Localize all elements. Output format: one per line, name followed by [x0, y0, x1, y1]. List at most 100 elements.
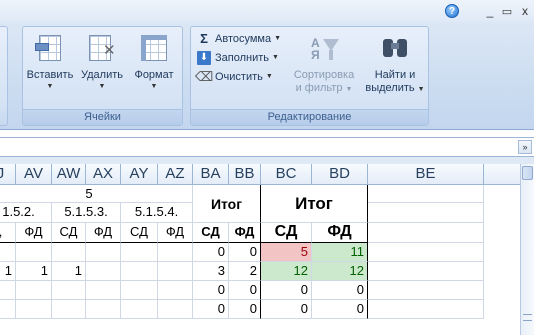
fd-label-cell[interactable]: ФД	[16, 223, 52, 243]
cell[interactable]	[368, 281, 484, 300]
cell[interactable]: 1	[52, 262, 86, 281]
cell[interactable]	[121, 300, 158, 319]
cell[interactable]	[16, 300, 52, 319]
binoculars-icon	[378, 33, 412, 65]
cell[interactable]	[52, 281, 86, 300]
sd-grand-label-cell[interactable]: СД	[261, 223, 312, 243]
column-header-av[interactable]: AV	[16, 164, 52, 185]
cell[interactable]	[158, 300, 193, 319]
cell[interactable]	[16, 243, 52, 262]
column-header-bc[interactable]: BC	[261, 164, 312, 185]
title-strip: ? _ ▭ x	[0, 0, 534, 22]
sd-label-cell[interactable]: СД	[121, 223, 158, 243]
sd-total-label-cell[interactable]: СД	[193, 223, 229, 243]
label-cell[interactable]: ,	[0, 223, 16, 243]
table-cell-ba[interactable]: 0	[193, 281, 229, 300]
fill-down-icon: ⬇	[197, 50, 211, 65]
cell[interactable]	[0, 243, 16, 262]
fd-label-cell[interactable]: ФД	[86, 223, 121, 243]
column-header-ba[interactable]: BA	[193, 164, 229, 185]
column-header-next[interactable]	[484, 164, 520, 185]
autosum-button[interactable]: Σ Автосумма ▼	[197, 30, 281, 47]
format-button[interactable]: Формат ▼	[129, 31, 179, 105]
cell[interactable]	[368, 223, 484, 243]
vertical-scrollbar[interactable]	[520, 164, 534, 335]
column-header-j[interactable]: J	[0, 164, 16, 185]
itog-cell-big[interactable]: Итог	[261, 185, 368, 223]
column-header-az[interactable]: AZ	[158, 164, 193, 185]
table-cell-bc[interactable]: 0	[261, 281, 312, 300]
formula-bar[interactable]: »	[0, 137, 534, 157]
cell[interactable]	[52, 300, 86, 319]
table-cell-bb[interactable]: 0	[229, 281, 261, 300]
insert-cells-icon	[33, 33, 67, 65]
cell[interactable]	[121, 281, 158, 300]
cell[interactable]	[368, 203, 484, 223]
cell[interactable]: 1	[0, 262, 16, 281]
delete-cells-icon: ✕	[85, 33, 119, 65]
restore-button[interactable]: ▭	[500, 3, 514, 19]
fill-button[interactable]: ⬇ Заполнить ▼	[197, 49, 279, 66]
cell[interactable]	[0, 300, 16, 319]
cell[interactable]	[158, 281, 193, 300]
cell[interactable]	[16, 281, 52, 300]
table-cell-bd[interactable]: 12	[312, 262, 368, 281]
cell[interactable]	[158, 243, 193, 262]
fd-grand-label-cell[interactable]: ФД	[312, 223, 368, 243]
cell[interactable]	[121, 243, 158, 262]
table-cell-bb[interactable]: 0	[229, 243, 261, 262]
sub-header-cell[interactable]: 5.1.5.3.	[52, 203, 121, 223]
cell[interactable]	[121, 262, 158, 281]
fd-total-label-cell[interactable]: ФД	[229, 223, 261, 243]
sub-header-cell[interactable]: 5.1.5.4.	[121, 203, 193, 223]
table-cell-bc[interactable]: 5	[261, 243, 312, 262]
itog-cell-small[interactable]: Итог	[193, 185, 261, 223]
table-cell-bd[interactable]: 0	[312, 300, 368, 319]
cell[interactable]	[52, 243, 86, 262]
cell[interactable]	[368, 300, 484, 319]
column-header-ay[interactable]: AY	[121, 164, 158, 185]
table-cell-bb[interactable]: 2	[229, 262, 261, 281]
table-cell-bd[interactable]: 11	[312, 243, 368, 262]
insert-button[interactable]: Вставить ▼	[25, 31, 75, 105]
table-cell-bd[interactable]: 0	[312, 281, 368, 300]
delete-button[interactable]: ✕ Удалить ▼	[77, 31, 127, 105]
cell[interactable]	[86, 262, 121, 281]
cell[interactable]	[368, 243, 484, 262]
help-button[interactable]: ?	[444, 3, 460, 19]
table-cell-bc[interactable]: 0	[261, 300, 312, 319]
find-select-button[interactable]: Найти и выделить ▼	[363, 31, 427, 105]
group-number-cell[interactable]: 5	[0, 185, 193, 203]
column-header-ax[interactable]: AX	[86, 164, 121, 185]
sd-label-cell[interactable]: СД	[52, 223, 86, 243]
cell[interactable]	[368, 185, 484, 203]
column-header-bd[interactable]: BD	[312, 164, 368, 185]
clear-button[interactable]: ⌫ Очистить ▼	[195, 68, 273, 85]
worksheet-grid[interactable]: J AV AW AX AY AZ BA BB BC BD BE 5 Итог И…	[0, 164, 520, 335]
fd-label-cell[interactable]: ФД	[158, 223, 193, 243]
sort-filter-button[interactable]: АЯ Сортировка и фильтр ▼	[291, 31, 357, 105]
cell[interactable]	[86, 281, 121, 300]
cell[interactable]	[86, 243, 121, 262]
sigma-icon: Σ	[200, 31, 208, 46]
cell[interactable]	[368, 262, 484, 281]
scrollbar-thumb[interactable]	[522, 166, 533, 180]
table-cell-ba[interactable]: 0	[193, 300, 229, 319]
cell[interactable]: 1	[16, 262, 52, 281]
table-cell-bc[interactable]: 12	[261, 262, 312, 281]
table-cell-ba[interactable]: 3	[193, 262, 229, 281]
help-icon: ?	[445, 4, 459, 18]
column-header-be[interactable]: BE	[368, 164, 484, 185]
table-cell-bb[interactable]: 0	[229, 300, 261, 319]
sub-header-cell[interactable]: 1.5.2.	[0, 203, 52, 223]
cell[interactable]	[158, 262, 193, 281]
table-cell-ba[interactable]: 0	[193, 243, 229, 262]
close-button[interactable]: x	[518, 3, 532, 19]
column-header-bb[interactable]: BB	[229, 164, 261, 185]
cells-group-title: Ячейки	[23, 109, 182, 125]
formula-bar-expand-button[interactable]: »	[518, 140, 532, 154]
minimize-button[interactable]: _	[483, 3, 497, 19]
column-header-aw[interactable]: AW	[52, 164, 86, 185]
cell[interactable]	[0, 281, 16, 300]
cell[interactable]	[86, 300, 121, 319]
